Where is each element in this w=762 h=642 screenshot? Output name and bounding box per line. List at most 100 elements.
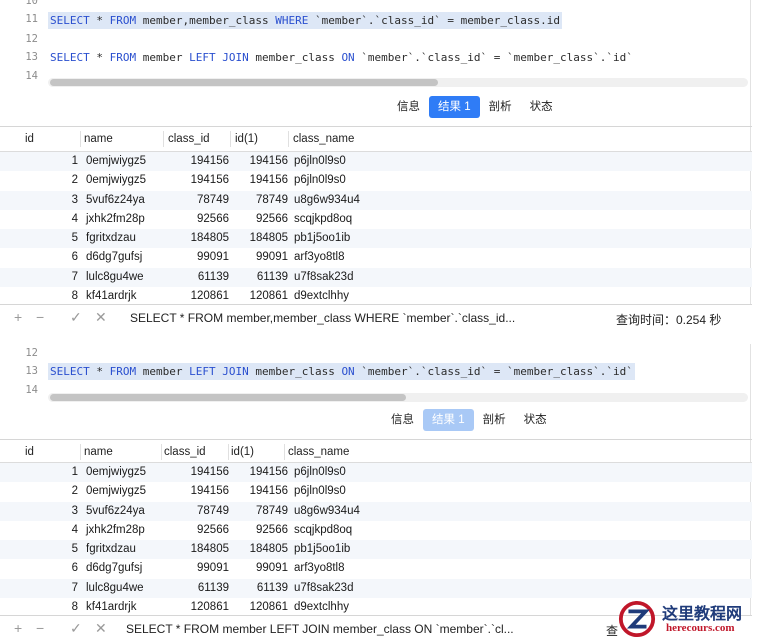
horizontal-scrollbar[interactable] <box>48 393 748 402</box>
cell-class-id[interactable]: 78749 <box>165 505 229 517</box>
table-row[interactable]: 2 0emjwiygz5 194156 194156 p6jln0l9s0 <box>0 171 752 190</box>
cell-name[interactable]: 5vuf6z24ya <box>86 194 145 206</box>
sql-line-11[interactable]: SELECT * FROM member,member_class WHERE … <box>48 12 562 29</box>
cell-class-id[interactable]: 120861 <box>165 601 229 613</box>
cell-class-name[interactable]: pb1j5oo1ib <box>294 232 350 244</box>
cell-name[interactable]: lulc8gu4we <box>86 271 144 283</box>
cell-class-name[interactable]: u8g6w934u4 <box>294 505 360 517</box>
col-header-id1[interactable]: id(1) <box>231 446 254 458</box>
cell-class-name[interactable]: p6jln0l9s0 <box>294 485 346 497</box>
cell-id1[interactable]: 184805 <box>232 543 288 555</box>
remove-icon[interactable]: − <box>36 309 44 325</box>
check-icon[interactable]: ✓ <box>70 309 82 326</box>
cell-class-name[interactable]: p6jln0l9s0 <box>294 466 346 478</box>
cell-id[interactable]: 8 <box>40 290 78 302</box>
cell-id1[interactable]: 194156 <box>232 174 288 186</box>
col-header-name[interactable]: name <box>84 446 113 458</box>
cell-id1[interactable]: 99091 <box>232 251 288 263</box>
tab-info[interactable]: 信息 <box>382 409 423 431</box>
col-header-id1[interactable]: id(1) <box>235 133 258 145</box>
cell-name[interactable]: 0emjwiygz5 <box>86 466 146 478</box>
tab-result-1[interactable]: 结果 1 <box>423 409 474 431</box>
cell-id[interactable]: 5 <box>40 543 78 555</box>
cell-name[interactable]: 0emjwiygz5 <box>86 174 146 186</box>
table-row[interactable]: 5 fgritxdzau 184805 184805 pb1j5oo1ib <box>0 540 752 560</box>
sql-editor-1[interactable]: 10 11 SELECT * FROM member,member_class … <box>0 0 762 94</box>
table-row[interactable]: 1 0emjwiygz5 194156 194156 p6jln0l9s0 <box>0 463 752 483</box>
cell-id[interactable]: 3 <box>40 194 78 206</box>
cell-class-id[interactable]: 92566 <box>165 524 229 536</box>
sql-line-13[interactable]: SELECT * FROM member LEFT JOIN member_cl… <box>48 363 635 380</box>
cell-id1[interactable]: 78749 <box>232 505 288 517</box>
cell-name[interactable]: d6dg7gufsj <box>86 251 142 263</box>
table-row[interactable]: 5 fgritxdzau 184805 184805 pb1j5oo1ib <box>0 229 752 249</box>
table-row[interactable]: 4 jxhk2fm28p 92566 92566 scqjkpd8oq <box>0 521 752 540</box>
cell-name[interactable]: d6dg7gufsj <box>86 562 142 574</box>
cell-name[interactable]: lulc8gu4we <box>86 582 144 594</box>
cell-id[interactable]: 1 <box>40 466 78 478</box>
cell-id[interactable]: 6 <box>40 251 78 263</box>
cell-class-id[interactable]: 184805 <box>165 232 229 244</box>
cell-id1[interactable]: 92566 <box>232 213 288 225</box>
cell-class-name[interactable]: d9extclhhy <box>294 601 349 613</box>
cell-class-id[interactable]: 99091 <box>165 562 229 574</box>
cell-id[interactable]: 3 <box>40 505 78 517</box>
cell-class-name[interactable]: pb1j5oo1ib <box>294 543 350 555</box>
cell-class-id[interactable]: 61139 <box>165 271 229 283</box>
cell-id[interactable]: 8 <box>40 601 78 613</box>
cell-class-id[interactable]: 194156 <box>165 466 229 478</box>
col-header-class-id[interactable]: class_id <box>168 133 210 145</box>
cell-name[interactable]: 0emjwiygz5 <box>86 155 146 167</box>
cell-class-name[interactable]: u7f8sak23d <box>294 582 353 594</box>
cell-id1[interactable]: 194156 <box>232 485 288 497</box>
result-grid-1[interactable]: id name class_id id(1) class_name 1 0emjw… <box>0 126 752 306</box>
col-header-id[interactable]: id <box>25 133 34 145</box>
cell-id[interactable]: 2 <box>40 485 78 497</box>
cell-id1[interactable]: 184805 <box>232 232 288 244</box>
cell-id[interactable]: 7 <box>40 582 78 594</box>
tab-profile[interactable]: 剖析 <box>480 96 521 118</box>
add-icon[interactable]: + <box>14 620 22 636</box>
cell-name[interactable]: jxhk2fm28p <box>86 213 145 225</box>
cell-id[interactable]: 7 <box>40 271 78 283</box>
cell-id[interactable]: 1 <box>40 155 78 167</box>
cell-name[interactable]: kf41ardrjk <box>86 290 137 302</box>
cell-id1[interactable]: 61139 <box>232 271 288 283</box>
cell-class-id[interactable]: 184805 <box>165 543 229 555</box>
cell-class-id[interactable]: 120861 <box>165 290 229 302</box>
cell-id[interactable]: 4 <box>40 213 78 225</box>
table-row[interactable]: 1 0emjwiygz5 194156 194156 p6jln0l9s0 <box>0 152 752 172</box>
cell-class-id[interactable]: 194156 <box>165 155 229 167</box>
sql-line-13[interactable]: SELECT * FROM member LEFT JOIN member_cl… <box>48 49 635 66</box>
cell-class-name[interactable]: scqjkpd8oq <box>294 524 352 536</box>
cell-id1[interactable]: 78749 <box>232 194 288 206</box>
tab-profile[interactable]: 剖析 <box>474 409 515 431</box>
scroll-thumb[interactable] <box>50 394 406 401</box>
remove-icon[interactable]: − <box>36 620 44 636</box>
cell-id1[interactable]: 194156 <box>232 155 288 167</box>
table-row[interactable]: 6 d6dg7gufsj 99091 99091 arf3yo8tl8 <box>0 559 752 578</box>
col-header-class-name[interactable]: class_name <box>288 446 349 458</box>
table-row[interactable]: 3 5vuf6z24ya 78749 78749 u8g6w934u4 <box>0 190 752 210</box>
cell-class-id[interactable]: 78749 <box>165 194 229 206</box>
close-icon[interactable]: ✕ <box>95 620 107 637</box>
scroll-thumb[interactable] <box>50 79 438 86</box>
cell-id[interactable]: 6 <box>40 562 78 574</box>
cell-id[interactable]: 5 <box>40 232 78 244</box>
cell-id1[interactable]: 61139 <box>232 582 288 594</box>
cell-class-id[interactable]: 194156 <box>165 174 229 186</box>
add-icon[interactable]: + <box>14 309 22 325</box>
cell-class-id[interactable]: 194156 <box>165 485 229 497</box>
cell-class-name[interactable]: p6jln0l9s0 <box>294 174 346 186</box>
cell-class-name[interactable]: d9extclhhy <box>294 290 349 302</box>
result-grid-2[interactable]: id name class_id id(1) class_name 1 0emjw… <box>0 439 752 617</box>
cell-class-id[interactable]: 61139 <box>165 582 229 594</box>
table-row[interactable]: 7 lulc8gu4we 61139 61139 u7f8sak23d <box>0 578 752 599</box>
cell-class-id[interactable]: 92566 <box>165 213 229 225</box>
cell-id1[interactable]: 99091 <box>232 562 288 574</box>
cell-name[interactable]: 5vuf6z24ya <box>86 505 145 517</box>
cell-id1[interactable]: 194156 <box>232 466 288 478</box>
check-icon[interactable]: ✓ <box>70 620 82 637</box>
tab-result-1[interactable]: 结果 1 <box>429 96 480 118</box>
cell-class-name[interactable]: scqjkpd8oq <box>294 213 352 225</box>
